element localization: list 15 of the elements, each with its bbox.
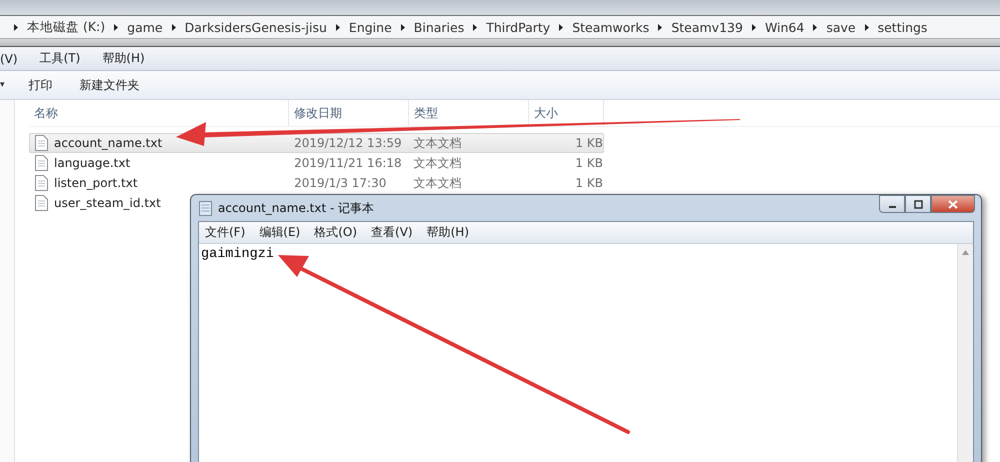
text-content: gaimingzi [201, 247, 274, 262]
file-date: 2019/11/21 16:18 [293, 156, 403, 170]
file-name: listen_port.txt [54, 176, 138, 190]
file-date: 2019/12/12 13:59 [293, 136, 403, 150]
file-type: 文本文档 [412, 174, 463, 192]
file-size: 1 KB [574, 156, 603, 170]
window-title: account_name.txt - 记事本 [218, 200, 374, 216]
file-type: 文本文档 [412, 154, 463, 172]
file-type: 文本文档 [412, 134, 463, 152]
file-name: user_steam_id.txt [54, 196, 161, 210]
file-size: 1 KB [574, 136, 603, 150]
file-name: language.txt [54, 156, 130, 170]
file-date: 2019/1/3 17:30 [293, 176, 388, 190]
file-size: 1 KB [574, 176, 603, 190]
file-name: account_name.txt [54, 136, 162, 150]
